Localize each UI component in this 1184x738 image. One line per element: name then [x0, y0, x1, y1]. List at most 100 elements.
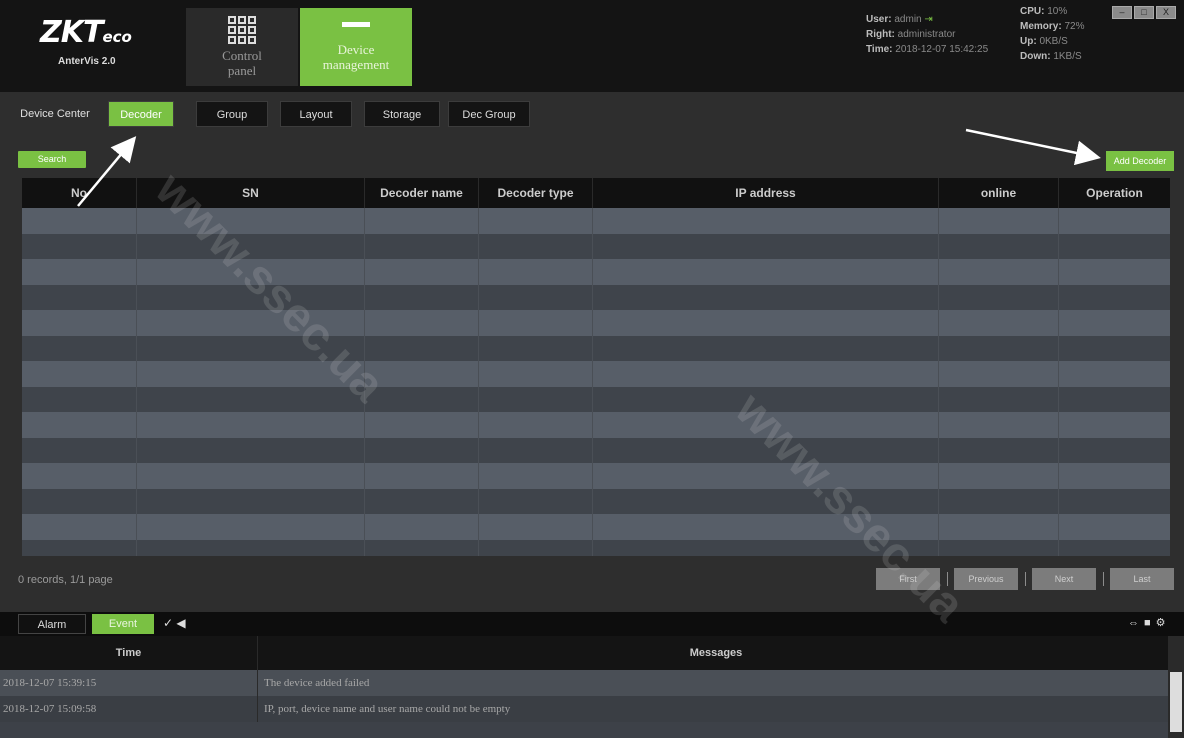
- table-cell: [1059, 514, 1170, 540]
- event-row[interactable]: 2018-12-07 15:09:58 IP, port, device nam…: [0, 696, 1168, 722]
- tab-event[interactable]: Event: [92, 614, 154, 634]
- tab-layout[interactable]: Layout: [280, 101, 352, 127]
- table-cell: [365, 361, 479, 387]
- column-header-messages[interactable]: Messages: [258, 636, 1168, 670]
- table-cell: [137, 208, 365, 234]
- table-row: [22, 437, 1170, 463]
- event-scrollbar-thumb[interactable]: [1170, 672, 1182, 732]
- table-cell: [479, 463, 593, 489]
- table-cell: [939, 361, 1059, 387]
- event-table-header: Time Messages: [0, 636, 1168, 670]
- speaker-icon[interactable]: ◀: [176, 616, 185, 630]
- tab-storage[interactable]: Storage: [364, 101, 440, 127]
- table-cell: [137, 233, 365, 259]
- tab-alarm[interactable]: Alarm: [18, 614, 86, 634]
- table-cell: [593, 335, 939, 361]
- table-cell: [137, 412, 365, 438]
- table-cell: [479, 539, 593, 556]
- tab-group[interactable]: Group: [196, 101, 268, 127]
- table-row: [22, 335, 1170, 361]
- column-header-time[interactable]: Time: [0, 636, 258, 670]
- next-page-button[interactable]: Next: [1032, 568, 1096, 590]
- column-header-decoder-name[interactable]: Decoder name: [365, 178, 479, 208]
- column-header-ip-address[interactable]: IP address: [593, 178, 939, 208]
- table-row: [22, 208, 1170, 234]
- maximize-button[interactable]: □: [1134, 6, 1154, 19]
- table-cell: [1059, 234, 1170, 260]
- table-cell: [593, 361, 939, 387]
- table-body: [22, 208, 1170, 556]
- table-cell: [1059, 208, 1170, 234]
- table-cell: [1059, 489, 1170, 515]
- table-cell: [939, 335, 1059, 361]
- table-cell: [137, 437, 365, 463]
- table-cell: [22, 335, 137, 361]
- table-cell: [939, 233, 1059, 259]
- pager-divider: [947, 572, 948, 586]
- restore-icon[interactable]: ■: [1144, 617, 1156, 629]
- close-button[interactable]: X: [1156, 6, 1176, 19]
- table-cell: [939, 488, 1059, 514]
- table-cell: [365, 412, 479, 438]
- table-cell: [22, 259, 137, 285]
- table-cell: [1059, 259, 1170, 285]
- table-cell: [22, 514, 137, 540]
- first-page-button[interactable]: First: [876, 568, 940, 590]
- event-toolbar-icons: ✓ ◀: [163, 616, 186, 630]
- table-cell: [939, 284, 1059, 310]
- table-cell: [939, 208, 1059, 234]
- table-row: [22, 310, 1170, 336]
- table-cell: [137, 386, 365, 412]
- table-cell: [22, 361, 137, 387]
- table-cell: [1059, 412, 1170, 438]
- previous-page-button[interactable]: Previous: [954, 568, 1018, 590]
- minimize-button[interactable]: –: [1112, 6, 1132, 19]
- app-header: ZKTeco AnterVis 2.0 Control panel Device…: [0, 0, 1184, 92]
- search-button[interactable]: Search: [18, 151, 86, 168]
- column-header-decoder-type[interactable]: Decoder type: [479, 178, 593, 208]
- nav-device-management-label: Device management: [322, 42, 390, 72]
- event-row[interactable]: 2018-12-07 15:39:15 The device added fai…: [0, 670, 1168, 696]
- table-row: [22, 284, 1170, 311]
- table-cell: [137, 335, 365, 361]
- event-panel-bar: Alarm Event ✓ ◀ ⇔■⚙: [0, 612, 1184, 636]
- table-row: [22, 412, 1170, 438]
- dock-icon[interactable]: ⇔: [1128, 617, 1144, 629]
- tab-decoder[interactable]: Decoder: [108, 101, 174, 127]
- table-cell: [593, 386, 939, 412]
- settings-icon[interactable]: ⚙: [1156, 617, 1171, 629]
- tab-device-center[interactable]: Device Center: [6, 101, 104, 127]
- logo-brand: ZKTeco: [40, 15, 132, 50]
- logout-icon[interactable]: ⇥: [924, 14, 932, 25]
- table-cell: [365, 386, 479, 412]
- table-cell: [593, 284, 939, 310]
- table-row: [22, 488, 1170, 515]
- table-cell: [22, 488, 137, 514]
- nav-control-panel[interactable]: Control panel: [186, 8, 298, 86]
- table-row: [22, 361, 1170, 387]
- table-cell: [479, 514, 593, 540]
- user-status: User: admin ⇥ Right: administrator Time:…: [866, 14, 989, 55]
- table-cell: [1059, 285, 1170, 311]
- column-header-operation[interactable]: Operation: [1059, 178, 1170, 208]
- event-message: IP, port, device name and user name coul…: [264, 703, 511, 715]
- table-cell: [22, 284, 137, 310]
- table-cell: [593, 488, 939, 514]
- user-right: administrator: [897, 29, 956, 40]
- column-header-sn[interactable]: SN: [137, 178, 365, 208]
- pin-icon[interactable]: ✓: [163, 616, 173, 630]
- tab-dec-group[interactable]: Dec Group: [448, 101, 530, 127]
- add-decoder-button[interactable]: Add Decoder: [1106, 151, 1174, 171]
- nav-device-management[interactable]: Device management: [300, 8, 412, 86]
- column-header-online[interactable]: online: [939, 178, 1059, 208]
- pager-divider: [1103, 572, 1104, 586]
- current-time: 2018-12-07 15:42:25: [895, 44, 989, 55]
- table-cell: [22, 437, 137, 463]
- table-cell: [479, 259, 593, 285]
- table-cell: [365, 208, 479, 234]
- last-page-button[interactable]: Last: [1110, 568, 1174, 590]
- device-management-icon: [342, 22, 370, 27]
- user-name: admin: [894, 14, 922, 25]
- table-cell: [137, 310, 365, 336]
- column-header-no[interactable]: No: [22, 178, 137, 208]
